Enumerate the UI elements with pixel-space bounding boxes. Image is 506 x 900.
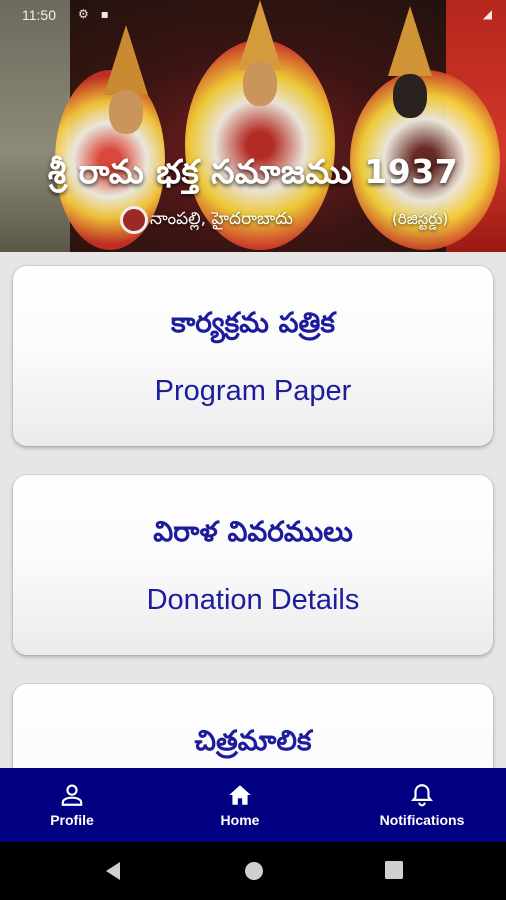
card-english-label: Program Paper — [154, 375, 352, 407]
bell-icon — [411, 784, 433, 807]
status-notification-icons: ⚙ ▪ — [78, 7, 113, 21]
deity-face-center — [243, 62, 277, 106]
system-navigation-bar — [0, 842, 506, 900]
seal-icon — [120, 206, 148, 234]
nav-notifications-label: Notifications — [379, 812, 465, 828]
card-telugu-label: కార్యక్రమ పత్రిక — [170, 306, 336, 339]
nav-home[interactable]: Home — [190, 768, 290, 842]
nav-profile-label: Profile — [50, 812, 94, 828]
back-icon[interactable] — [102, 860, 124, 882]
person-icon — [61, 784, 83, 806]
card-telugu-label: విరాళ వివరములు — [153, 515, 353, 548]
status-bar: 11:50 ⚙ ▪ ◢ — [0, 0, 506, 30]
deity-face-right — [393, 74, 427, 118]
banner-title: శ్రీ రామ భక్త సమాజము 1937 — [47, 152, 459, 191]
banner-registered: (రిజిస్టర్డు) — [392, 210, 449, 228]
nav-notifications[interactable]: Notifications — [362, 768, 482, 842]
program-paper-card[interactable]: కార్యక్రమ పత్రిక Program Paper — [13, 266, 493, 446]
donation-details-card[interactable]: విరాళ వివరములు Donation Details — [13, 475, 493, 655]
card-english-label: Donation Details — [146, 584, 360, 616]
signal-icon: ◢ — [482, 7, 492, 21]
gallery-card[interactable]: చిత్రమాలిక — [13, 684, 493, 768]
deity-face-left — [109, 90, 143, 134]
card-telugu-label: చిత్రమాలిక — [194, 724, 312, 757]
menu-list[interactable]: కార్యక్రమ పత్రిక Program Paper విరాళ వివ… — [0, 252, 506, 768]
recents-icon[interactable] — [384, 860, 404, 880]
nav-profile[interactable]: Profile — [22, 768, 122, 842]
home-icon — [229, 785, 251, 805]
nav-home-label: Home — [220, 812, 260, 828]
header-banner: శ్రీ రామ భక్త సమాజము 1937 నాంపల్లి, హైదర… — [0, 0, 506, 252]
banner-subtitle: నాంపల్లి, హైదరాబాదు — [150, 209, 294, 229]
status-time: 11:50 — [22, 7, 56, 23]
bottom-navigation: Profile Home Notifications — [0, 768, 506, 842]
deity-crown-left — [104, 25, 148, 95]
home-circle-icon[interactable] — [243, 860, 265, 882]
